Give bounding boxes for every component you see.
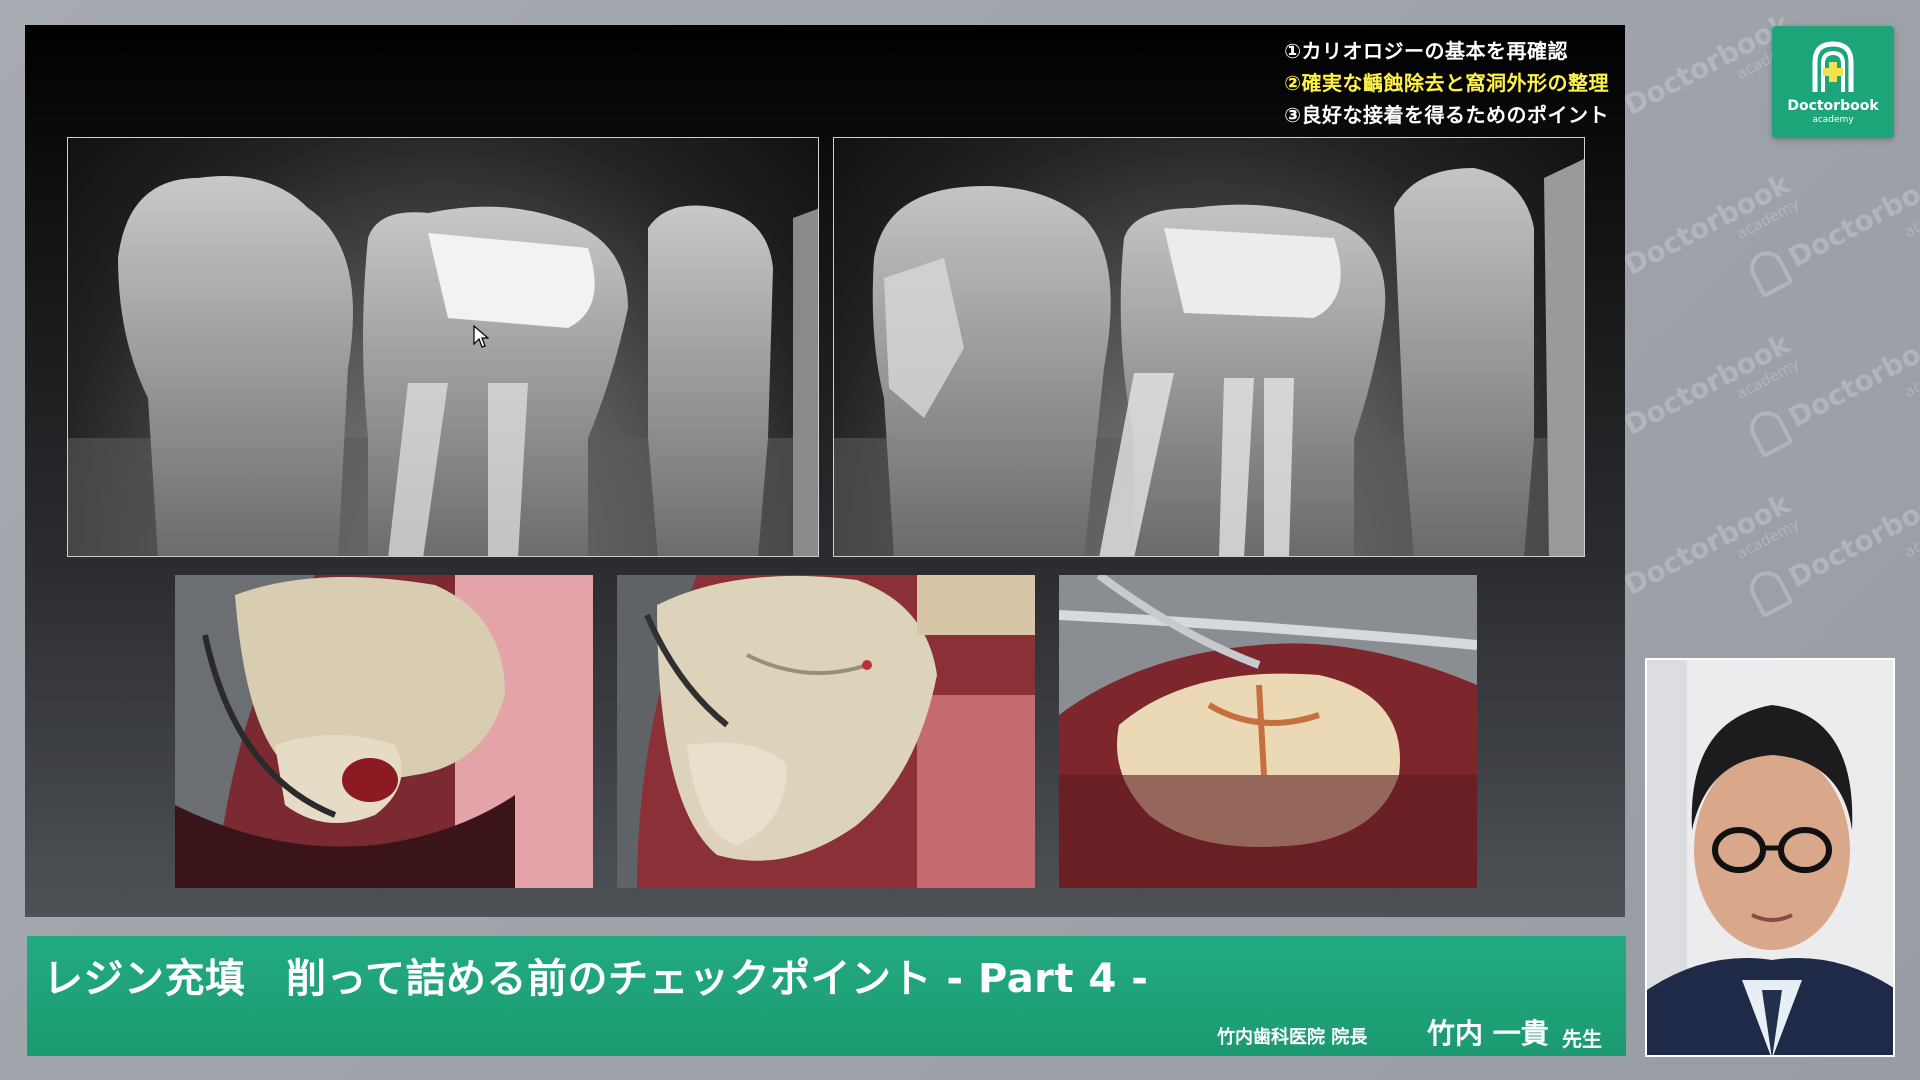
clinical-photo-1 [175,575,593,888]
doctorbook-logo: Doctorbook academy [1772,26,1894,138]
xray-image-before [67,137,819,557]
watermark: Doctorbook academy [1744,316,1920,474]
speaker-name: 竹内 一貴 [1427,1017,1549,1050]
watermark: Doctorbook academy [1618,327,1803,443]
speaker-webcam-feed [1645,658,1895,1057]
lecture-title-banner: レジン充填 削って詰める前のチェックポイント - Part 4 - 竹内歯科医院… [27,936,1626,1056]
watermark: Doctorbook academy [1618,487,1803,603]
clinical-photo-3 [1059,575,1477,888]
agenda-item-3: ③良好な接着を得るためのポイント [1284,103,1609,127]
agenda-item-2-highlighted: ②確実な齲蝕除去と窩洞外形の整理 [1284,71,1609,95]
watermark: Doctorbook academy [1744,156,1920,314]
mouse-pointer-icon [473,324,490,353]
speaker-affiliation: 竹内歯科医院 院長 [1217,1027,1368,1048]
watermark: Doctorbook academy [1618,167,1803,283]
doctorbook-logo-icon [1812,41,1854,92]
logo-sub: academy [1812,115,1854,125]
agenda-list: ①カリオロジーの基本を再確認 ②確実な齲蝕除去と窩洞外形の整理 ③良好な接着を得… [1284,35,1609,131]
agenda-item-1: ①カリオロジーの基本を再確認 [1284,39,1568,63]
lecture-title: レジン充填 削って詰める前のチェックポイント - Part 4 - [43,956,1149,1002]
clinical-photo-2 [617,575,1035,888]
xray-image-after [833,137,1585,557]
speaker-honorific: 先生 [1562,1027,1602,1051]
logo-name: Doctorbook [1787,98,1879,114]
presentation-slide: ①カリオロジーの基本を再確認 ②確実な齲蝕除去と窩洞外形の整理 ③良好な接着を得… [25,25,1625,917]
watermark: Doctorbook academy [1744,476,1920,634]
